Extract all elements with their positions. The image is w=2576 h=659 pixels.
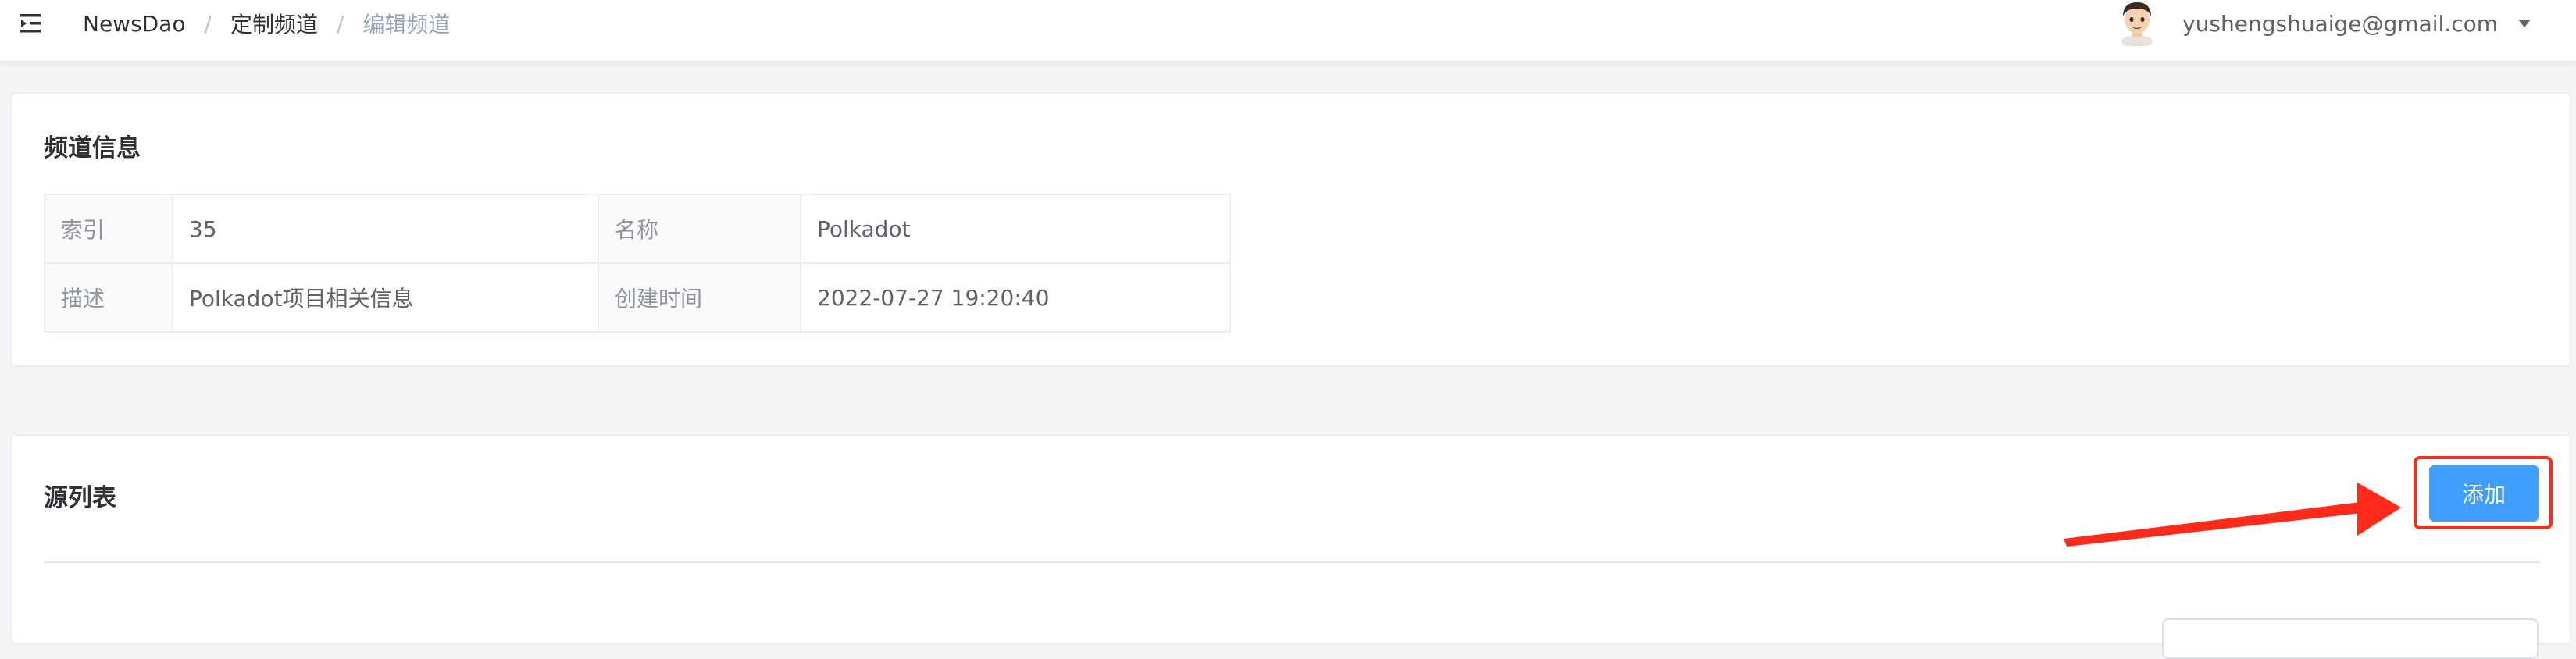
user-email[interactable]: yushengshuaige@gmail.com [2182,11,2498,37]
add-button[interactable]: 添加 [2429,465,2539,522]
user-avatar[interactable] [2112,0,2162,46]
breadcrumb-separator: / [204,10,212,37]
breadcrumb-parent[interactable]: 定制频道 [230,8,318,39]
channel-info-card: 频道信息 索引 35 名称 Polkadot 描述 Polkadot项目相关信息… [11,92,2571,367]
channel-info-title: 频道信息 [44,134,141,162]
user-menu[interactable]: yushengshuaige@gmail.com [2112,0,2531,47]
index-value: 35 [172,194,599,264]
channel-info-table: 索引 35 名称 Polkadot 描述 Polkadot项目相关信息 创建时间… [44,194,1231,333]
description-value: Polkadot项目相关信息 [172,262,599,333]
breadcrumb-current: 编辑频道 [362,12,451,37]
name-value: Polkadot [800,194,1231,264]
source-list-card: 源列表 [11,434,2571,659]
breadcrumb-separator: / [336,10,344,37]
breadcrumb: NewsDao / 定制频道 / 编辑频道 [83,6,450,41]
caret-down-icon[interactable] [2518,20,2531,27]
table-row: 索引 35 名称 Polkadot [44,194,1231,264]
description-label: 描述 [44,262,173,333]
table-row: 描述 Polkadot项目相关信息 创建时间 2022-07-27 19:20:… [44,262,1231,333]
index-label: 索引 [44,194,173,264]
divider [44,561,2540,563]
name-label: 名称 [598,194,801,264]
created-time-value: 2022-07-27 19:20:40 [800,262,1231,333]
created-time-label: 创建时间 [598,262,801,333]
search-input[interactable] [2162,618,2539,659]
top-navbar: NewsDao / 定制频道 / 编辑频道 yushengshuaige@gma… [0,0,2576,62]
source-list-title: 源列表 [44,484,116,512]
hamburger-menu-icon[interactable] [19,9,50,41]
breadcrumb-home[interactable]: NewsDao [83,11,186,37]
